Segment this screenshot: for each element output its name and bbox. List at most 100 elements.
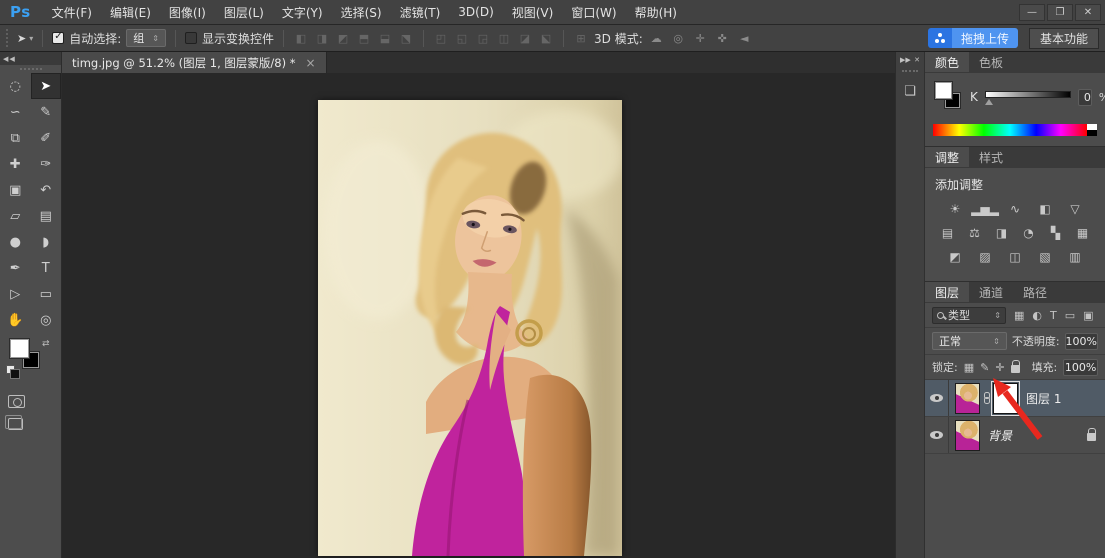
show-transform-checkbox[interactable] bbox=[185, 32, 197, 44]
exposure-icon[interactable]: ◧ bbox=[1035, 201, 1055, 216]
3d-roll-icon[interactable]: ◎ bbox=[670, 32, 687, 45]
layer1-thumbnail[interactable] bbox=[955, 383, 980, 414]
tab-styles[interactable]: 样式 bbox=[969, 147, 1013, 167]
distribute-top-icon[interactable]: ◰ bbox=[433, 32, 449, 45]
tab-layers[interactable]: 图层 bbox=[925, 282, 969, 302]
layer1-visibility-cell[interactable] bbox=[925, 380, 949, 416]
move-tool[interactable]: ➤ bbox=[31, 73, 62, 99]
mask-link-icon[interactable] bbox=[980, 392, 993, 404]
filter-shape-layers-icon[interactable]: ▭ bbox=[1065, 309, 1075, 322]
swap-colors-icon[interactable]: ⇄ bbox=[42, 339, 50, 349]
brush-tool[interactable]: ✑ bbox=[31, 151, 62, 177]
lasso-tool[interactable]: ∽ bbox=[0, 99, 31, 125]
3d-orbit-icon[interactable]: ☁ bbox=[648, 32, 665, 45]
history-brush-tool[interactable]: ↶ bbox=[31, 177, 62, 203]
tab-channels[interactable]: 通道 bbox=[969, 282, 1013, 302]
default-colors-icon[interactable] bbox=[6, 365, 15, 374]
3d-camera-icon[interactable]: ◄ bbox=[736, 32, 753, 45]
crop-tool[interactable]: ⧉ bbox=[0, 125, 31, 151]
color-balance-icon[interactable]: ⚖ bbox=[965, 225, 985, 240]
pen-tool[interactable]: ✒ bbox=[0, 255, 31, 281]
layer1-mask-thumbnail[interactable] bbox=[993, 383, 1018, 414]
foreground-color-swatch[interactable] bbox=[10, 339, 29, 358]
distribute-vcenter-icon[interactable]: ◱ bbox=[454, 32, 470, 45]
spectrum-gradient[interactable] bbox=[933, 124, 1087, 136]
threshold-icon[interactable]: ◫ bbox=[1005, 249, 1025, 264]
menu-3d[interactable]: 3D(D) bbox=[449, 3, 502, 21]
filter-smart-objects-icon[interactable]: ▣ bbox=[1083, 309, 1093, 322]
k-slider[interactable] bbox=[985, 89, 1071, 105]
tab-color[interactable]: 颜色 bbox=[925, 52, 969, 72]
background-thumbnail[interactable] bbox=[955, 420, 980, 451]
document-tab[interactable]: timg.jpg @ 51.2% (图层 1, 图层蒙版/8) * × bbox=[62, 52, 327, 73]
menu-image[interactable]: 图像(I) bbox=[160, 2, 215, 23]
current-tool-icon[interactable]: ➤ ▾ bbox=[17, 32, 33, 45]
blend-mode-dropdown[interactable]: 正常 ⇕ bbox=[932, 332, 1007, 350]
layer-filter-dropdown[interactable]: 类型 ⇕ bbox=[932, 307, 1006, 324]
restore-button[interactable]: ❐ bbox=[1047, 4, 1073, 21]
eraser-tool[interactable]: ▱ bbox=[0, 203, 31, 229]
lock-position-icon[interactable]: ✛ bbox=[995, 361, 1004, 374]
posterize-icon[interactable]: ▨ bbox=[975, 249, 995, 264]
type-tool[interactable]: T bbox=[31, 255, 62, 281]
panel-foreground-swatch[interactable] bbox=[935, 82, 952, 99]
distribute-left-icon[interactable]: ◫ bbox=[496, 32, 512, 45]
drag-upload-button[interactable]: 拖拽上传 bbox=[928, 28, 1018, 48]
tab-adjustments[interactable]: 调整 bbox=[925, 147, 969, 167]
color-lookup-icon[interactable]: ▦ bbox=[1073, 225, 1093, 240]
filter-pixel-layers-icon[interactable]: ▦ bbox=[1014, 309, 1024, 322]
menu-view[interactable]: 视图(V) bbox=[503, 2, 563, 23]
workspace-switcher[interactable]: 基本功能 bbox=[1029, 28, 1099, 49]
align-bottom-edges-icon[interactable]: ◩ bbox=[335, 32, 351, 45]
3d-pan-icon[interactable]: ✛ bbox=[692, 32, 709, 45]
gradient-tool[interactable]: ▤ bbox=[31, 203, 62, 229]
selective-color-icon[interactable]: ▧ bbox=[1035, 249, 1055, 264]
tab-close-icon[interactable]: × bbox=[306, 56, 316, 70]
lock-transparent-pixels-icon[interactable]: ▦ bbox=[964, 361, 974, 374]
filter-type-layers-icon[interactable]: T bbox=[1050, 309, 1057, 322]
dock-grip[interactable] bbox=[902, 70, 918, 72]
3d-axis-icon[interactable]: ⊞ bbox=[573, 32, 589, 45]
photo-filter-icon[interactable]: ◔ bbox=[1019, 225, 1039, 240]
layers-empty-area[interactable] bbox=[925, 454, 1105, 558]
close-button[interactable]: ✕ bbox=[1075, 4, 1101, 21]
canvas-image[interactable] bbox=[318, 100, 622, 556]
clone-stamp-tool[interactable]: ▣ bbox=[0, 177, 31, 203]
rectangle-tool[interactable]: ▭ bbox=[31, 281, 62, 307]
document-area[interactable]: timg.jpg @ 51.2% (图层 1, 图层蒙版/8) * × bbox=[62, 52, 895, 558]
menu-edit[interactable]: 编辑(E) bbox=[101, 2, 160, 23]
brightness-contrast-icon[interactable]: ☀ bbox=[945, 201, 965, 216]
3d-slide-icon[interactable]: ✜ bbox=[714, 32, 731, 45]
align-vcenter-icon[interactable]: ◨ bbox=[314, 32, 330, 45]
marquee-tool[interactable]: ◌ bbox=[0, 73, 31, 99]
k-slider-thumb[interactable] bbox=[985, 99, 993, 105]
auto-select-checkbox[interactable] bbox=[52, 32, 64, 44]
dock-close-icon[interactable]: ✕ bbox=[914, 56, 920, 64]
color-ramp[interactable] bbox=[933, 124, 1097, 136]
menu-help[interactable]: 帮助(H) bbox=[626, 2, 686, 23]
align-left-edges-icon[interactable]: ⬒ bbox=[356, 32, 372, 45]
quick-mask-mode-button[interactable] bbox=[8, 395, 25, 408]
channel-mixer-icon[interactable]: ▚ bbox=[1046, 225, 1066, 240]
curves-icon[interactable]: ∿ bbox=[1005, 201, 1025, 216]
opacity-input[interactable]: 100% bbox=[1065, 333, 1098, 350]
layer-row-layer1[interactable]: 图层 1 bbox=[925, 380, 1105, 417]
align-top-edges-icon[interactable]: ◧ bbox=[293, 32, 309, 45]
minimize-button[interactable]: — bbox=[1019, 4, 1045, 21]
auto-select-dropdown[interactable]: 组 ⇕ bbox=[126, 29, 166, 47]
vibrance-icon[interactable]: ▽ bbox=[1065, 201, 1085, 216]
gradient-map-icon[interactable]: ▥ bbox=[1065, 249, 1085, 264]
dock-expand-icon[interactable]: ▶▶ bbox=[900, 56, 911, 64]
layer1-name[interactable]: 图层 1 bbox=[1018, 390, 1105, 407]
quick-selection-tool[interactable]: ✎ bbox=[31, 99, 62, 125]
hue-saturation-icon[interactable]: ▤ bbox=[938, 225, 958, 240]
lock-all-icon[interactable] bbox=[1011, 365, 1020, 373]
levels-icon[interactable]: ▂▅▂ bbox=[975, 201, 995, 216]
layer-row-background[interactable]: 背景 bbox=[925, 417, 1105, 454]
fill-input[interactable]: 100% bbox=[1063, 359, 1098, 376]
align-hcenter-icon[interactable]: ⬓ bbox=[377, 32, 393, 45]
menu-select[interactable]: 选择(S) bbox=[332, 2, 391, 23]
menu-layer[interactable]: 图层(L) bbox=[215, 2, 273, 23]
tab-paths[interactable]: 路径 bbox=[1013, 282, 1057, 302]
menu-file[interactable]: 文件(F) bbox=[43, 2, 101, 23]
